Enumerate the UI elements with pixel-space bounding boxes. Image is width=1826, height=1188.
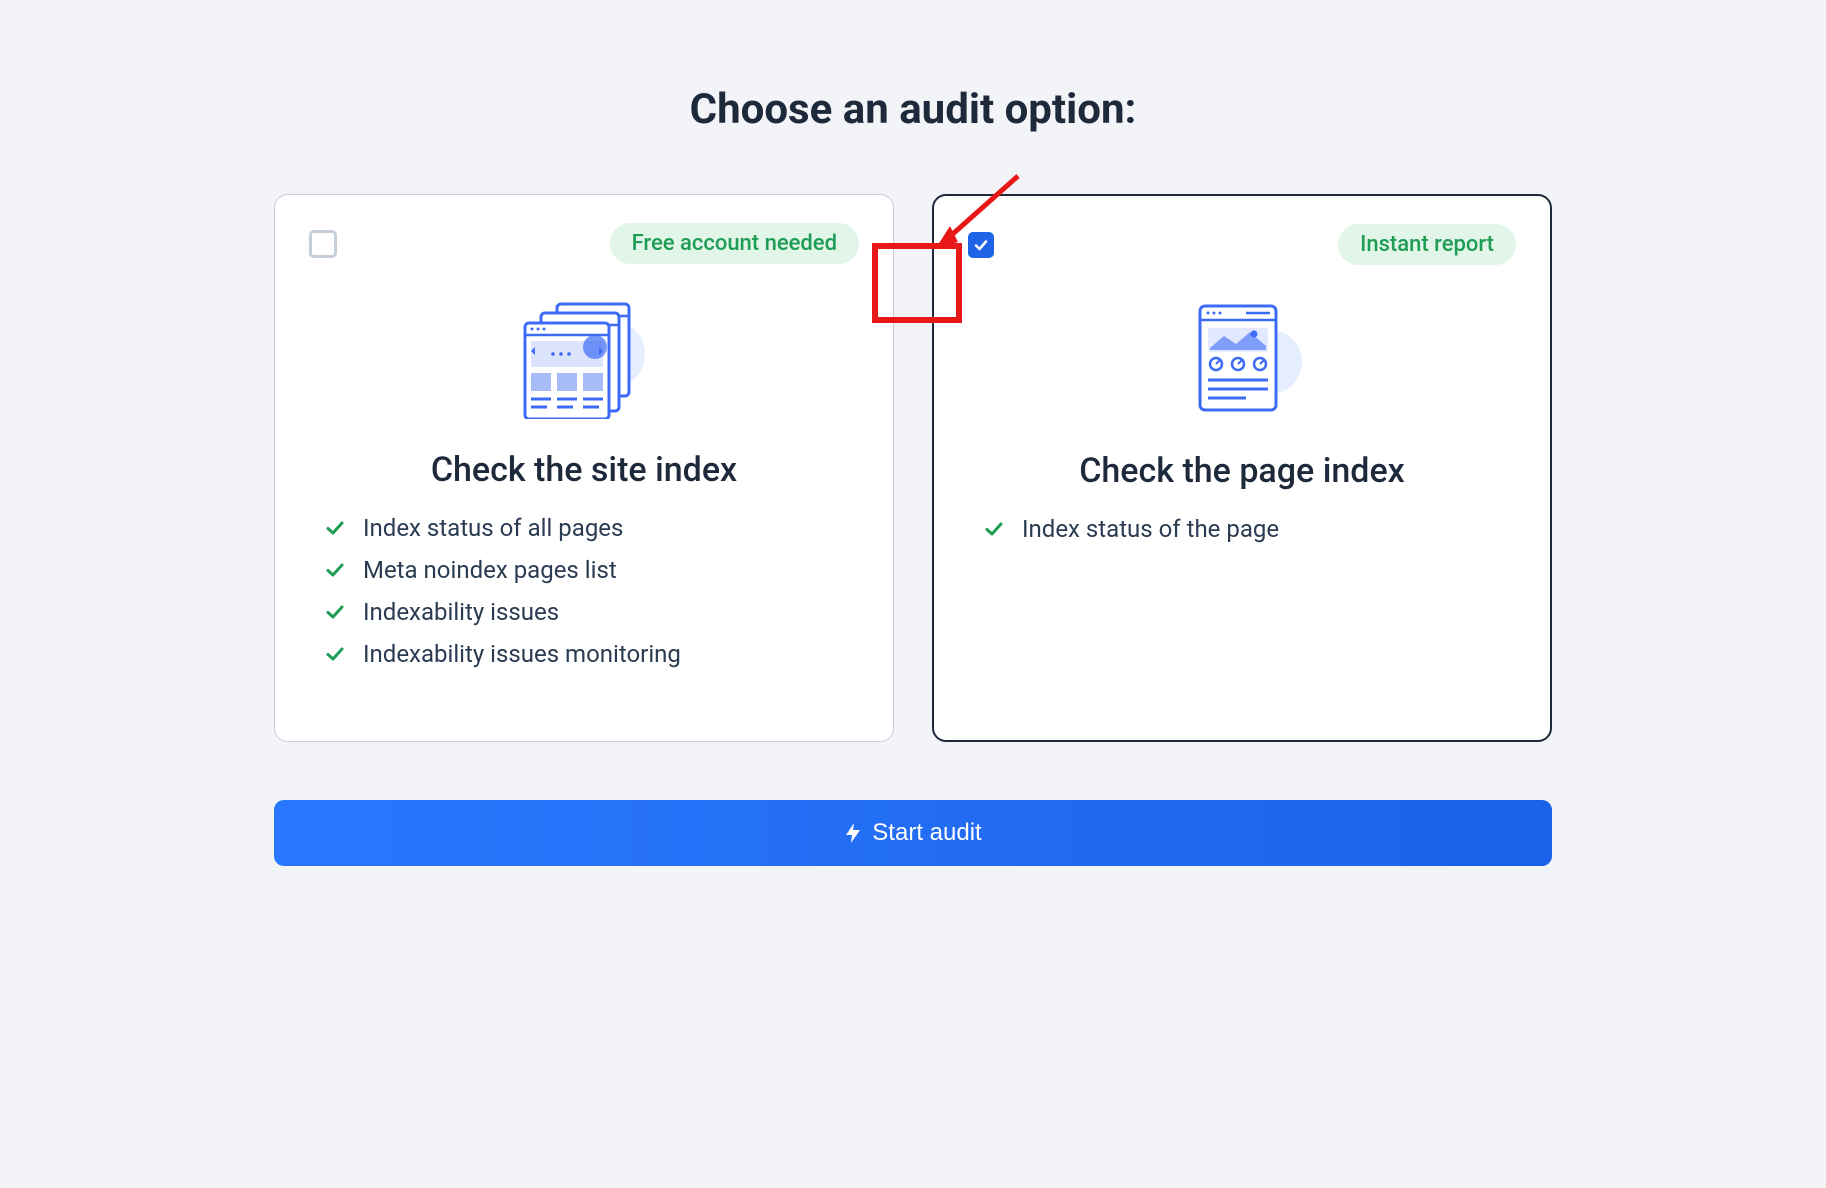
card-title-page: Check the page index xyxy=(968,451,1516,491)
annotation-arrow-icon xyxy=(928,168,1028,258)
feature-text: Index status of all pages xyxy=(363,514,623,542)
feature-text: Indexability issues xyxy=(363,598,559,626)
check-icon xyxy=(325,644,345,664)
start-audit-label: Start audit xyxy=(872,819,981,847)
feature-text: Meta noindex pages list xyxy=(363,556,617,584)
option-card-site-index[interactable]: Free account needed xyxy=(274,194,894,742)
check-icon xyxy=(325,518,345,538)
check-icon xyxy=(325,560,345,580)
lightning-icon xyxy=(844,822,862,844)
check-icon xyxy=(325,602,345,622)
card-title-site: Check the site index xyxy=(309,450,859,490)
start-audit-button[interactable]: Start audit xyxy=(274,800,1552,866)
feature-item: Indexability issues xyxy=(325,598,859,626)
option-card-page-index[interactable]: Instant report xyxy=(932,194,1552,742)
feature-item: Index status of the page xyxy=(984,515,1516,543)
site-pages-illustration xyxy=(309,294,859,424)
feature-list-site: Index status of all pages Meta noindex p… xyxy=(309,514,859,668)
feature-item: Indexability issues monitoring xyxy=(325,640,859,668)
badge-instant-report: Instant report xyxy=(1338,224,1516,265)
single-page-illustration xyxy=(968,295,1516,425)
page-title: Choose an audit option: xyxy=(690,85,1137,134)
check-icon xyxy=(984,519,1004,539)
feature-item: Meta noindex pages list xyxy=(325,556,859,584)
feature-text: Index status of the page xyxy=(1022,515,1279,543)
feature-item: Index status of all pages xyxy=(325,514,859,542)
badge-free-account: Free account needed xyxy=(610,223,859,264)
checkbox-unchecked-icon[interactable] xyxy=(309,230,337,258)
feature-text: Indexability issues monitoring xyxy=(363,640,681,668)
feature-list-page: Index status of the page xyxy=(968,515,1516,543)
